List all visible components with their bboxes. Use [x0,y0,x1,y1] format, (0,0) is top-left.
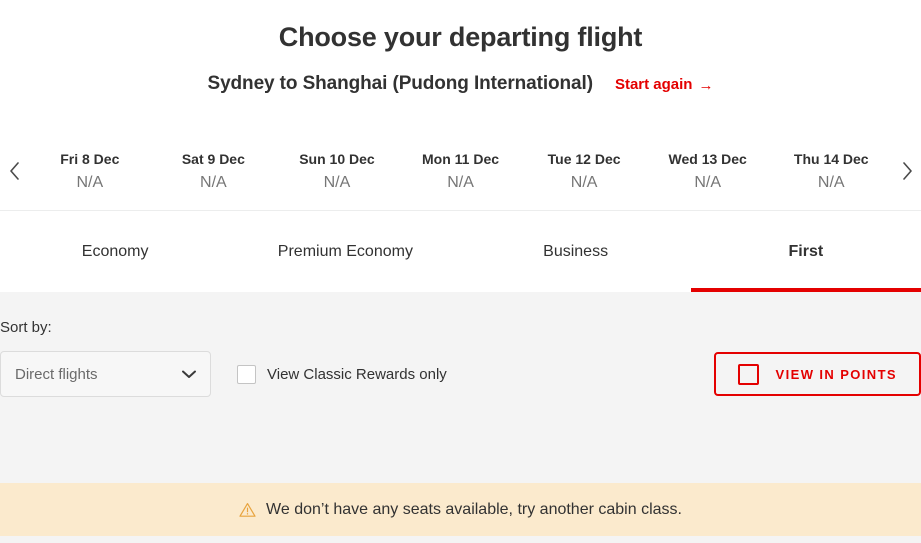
date-price: N/A [694,173,722,191]
bottom-strip [0,536,921,543]
classic-rewards-checkbox[interactable] [237,364,256,384]
date-cell-0[interactable]: Fri 8 Dec N/A [28,146,152,196]
date-price: N/A [570,173,598,191]
warning-triangle-icon [239,502,256,518]
sort-by-label: Sort by: [0,319,52,336]
tab-label: Economy [81,243,149,260]
sort-select-value: Direct flights [15,365,98,383]
date-price: N/A [447,173,474,191]
tab-first[interactable]: First [690,212,921,292]
chevron-down-icon [182,370,196,379]
route-summary: Sydney to Shanghai (Pudong International… [0,70,921,99]
date-label: Tue 12 Dec [547,150,621,167]
route-text: Sydney to Shanghai (Pudong International… [207,73,594,94]
arrow-right-icon: → [698,76,714,94]
date-label: Mon 11 Dec [422,150,500,167]
date-label: Fri 8 Dec [60,150,120,167]
tab-business[interactable]: Business [461,212,691,292]
date-cell-3[interactable]: Mon 11 Dec N/A [399,146,523,196]
date-price: N/A [817,173,845,191]
date-cell-5[interactable]: Wed 13 Dec N/A [646,146,770,196]
date-cell-2[interactable]: Sun 10 Dec N/A [275,146,399,196]
date-cell-6[interactable]: Thu 14 Dec N/A [769,146,893,196]
date-label: Thu 14 Dec [793,150,869,167]
page-title: Choose your departing flight [278,22,643,52]
date-label: Sat 9 Dec [181,150,245,167]
tab-economy[interactable]: Economy [0,212,230,292]
start-again-label: Start again [614,76,693,93]
points-checkbox-icon [737,363,759,385]
sort-select[interactable]: Direct flights [0,351,211,397]
tab-label: Business [543,243,609,260]
date-label: Wed 13 Dec [668,150,747,167]
tab-label: Premium Economy [277,243,413,260]
classic-rewards-toggle[interactable]: View Classic Rewards only [237,364,447,384]
flight-search-page: Choose your departing flight Sydney to S… [0,0,921,543]
chevron-right-icon[interactable] [893,161,921,180]
date-label: Sun 10 Dec [299,150,375,167]
date-price: N/A [200,173,227,191]
page-header: Choose your departing flight Sydney to S… [0,0,921,99]
classic-rewards-label: View Classic Rewards only [267,365,447,383]
filter-controls: Direct flights View Classic Rewards only… [0,351,921,397]
start-again-link[interactable]: Start again → [615,71,714,99]
sort-select-wrapper: Direct flights [0,351,211,397]
filter-bar: Sort by: Direct flights View Classic Rew… [0,292,921,483]
tab-label: First [788,243,824,260]
date-cell-1[interactable]: Sat 9 Dec N/A [152,146,276,196]
date-selector: Fri 8 Dec N/A Sat 9 Dec N/A Sun 10 Dec N… [0,131,921,211]
view-in-points-label: VIEW IN POINTS [775,366,897,382]
date-price: N/A [76,173,104,191]
cabin-class-tabs: Economy Premium Economy Business First [0,212,921,292]
no-seats-alert: We don’t have any seats available, try a… [0,483,921,536]
date-price: N/A [323,173,351,191]
view-in-points-button[interactable]: VIEW IN POINTS [713,352,921,396]
tab-premium-economy[interactable]: Premium Economy [230,212,460,292]
date-list: Fri 8 Dec N/A Sat 9 Dec N/A Sun 10 Dec N… [28,131,893,210]
alert-message: We don’t have any seats available, try a… [266,500,682,518]
date-cell-4[interactable]: Tue 12 Dec N/A [522,146,646,196]
chevron-left-icon[interactable] [0,161,28,180]
